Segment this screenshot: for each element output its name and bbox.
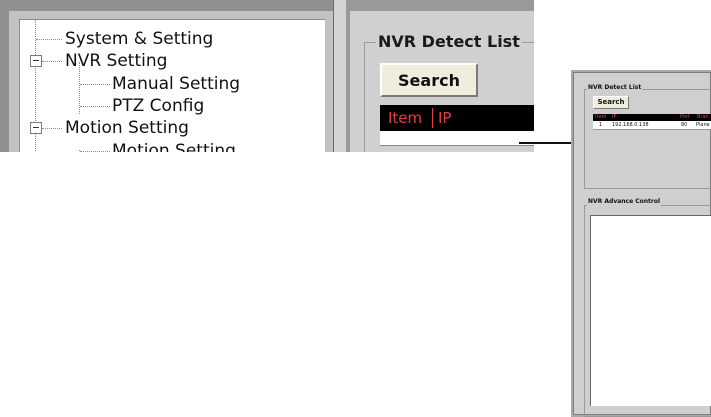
mini-col-brand[interactable]: Bran xyxy=(697,114,709,121)
mini-panel: NVR Detect List Search Item IP Port Bran… xyxy=(573,72,711,417)
callout-arrow-line xyxy=(519,142,577,144)
detect-table-header: Item IP xyxy=(380,105,534,131)
tree-item-ptz-config[interactable]: PTZ Config xyxy=(112,96,204,116)
mini-window: NVR Detect List Search Item IP Port Bran… xyxy=(571,70,711,417)
column-header-item[interactable]: Item xyxy=(388,105,422,131)
tree-item-nvr-setting[interactable]: NVR Setting xyxy=(65,51,167,71)
mini-col-item[interactable]: Item xyxy=(595,114,606,121)
mini-col-port[interactable]: Port xyxy=(680,114,690,121)
detect-frame: NVR Detect List Search Item IP xyxy=(346,0,534,152)
table-row[interactable] xyxy=(380,131,534,146)
mini-col-ip[interactable]: IP xyxy=(612,114,617,121)
mini-detect-title: NVR Detect List xyxy=(587,84,643,92)
tree-branch xyxy=(42,61,62,62)
splitter[interactable] xyxy=(333,0,347,152)
collapse-icon[interactable] xyxy=(30,55,42,67)
tree-branch xyxy=(80,84,110,85)
collapse-icon[interactable] xyxy=(30,122,42,134)
tree-branch xyxy=(80,151,110,152)
tree-item-manual-setting[interactable]: Manual Setting xyxy=(112,74,240,94)
column-header-ip[interactable]: IP xyxy=(438,105,451,131)
table-row[interactable]: 1 192.168.0.138 80 Plane xyxy=(593,121,711,130)
detect-list-title: NVR Detect List xyxy=(376,32,522,52)
search-button[interactable]: Search xyxy=(380,63,478,97)
mini-search-button[interactable]: Search xyxy=(593,96,629,109)
mini-table-header: Item IP Port Bran xyxy=(593,114,711,121)
mini-cell-port: 80 xyxy=(681,122,688,128)
tree-item-system-setting[interactable]: System & Setting xyxy=(65,29,213,49)
column-separator[interactable] xyxy=(432,108,433,128)
tree-branch xyxy=(80,106,110,107)
mini-cell-item: 1 xyxy=(599,122,603,128)
zoomed-view: System & Setting NVR Setting Manual Sett… xyxy=(0,0,534,152)
tree-branch xyxy=(36,39,62,40)
tree-frame: System & Setting NVR Setting Manual Sett… xyxy=(0,0,333,152)
mini-cell-ip: 192.168.0.138 xyxy=(612,122,649,128)
mini-advance-panel xyxy=(590,215,711,406)
tree-item-motion-setting-sub[interactable]: Motion Setting xyxy=(112,141,236,152)
tree-item-motion-setting[interactable]: Motion Setting xyxy=(65,118,189,138)
tree-branch xyxy=(42,128,62,129)
mini-advance-title: NVR Advance Control xyxy=(587,198,662,206)
tree-frame-inner: System & Setting NVR Setting Manual Sett… xyxy=(9,11,333,152)
mini-cell-brand: Plane xyxy=(696,122,710,128)
detect-panel: NVR Detect List Search Item IP xyxy=(350,11,534,152)
settings-tree: System & Setting NVR Setting Manual Sett… xyxy=(19,19,325,152)
